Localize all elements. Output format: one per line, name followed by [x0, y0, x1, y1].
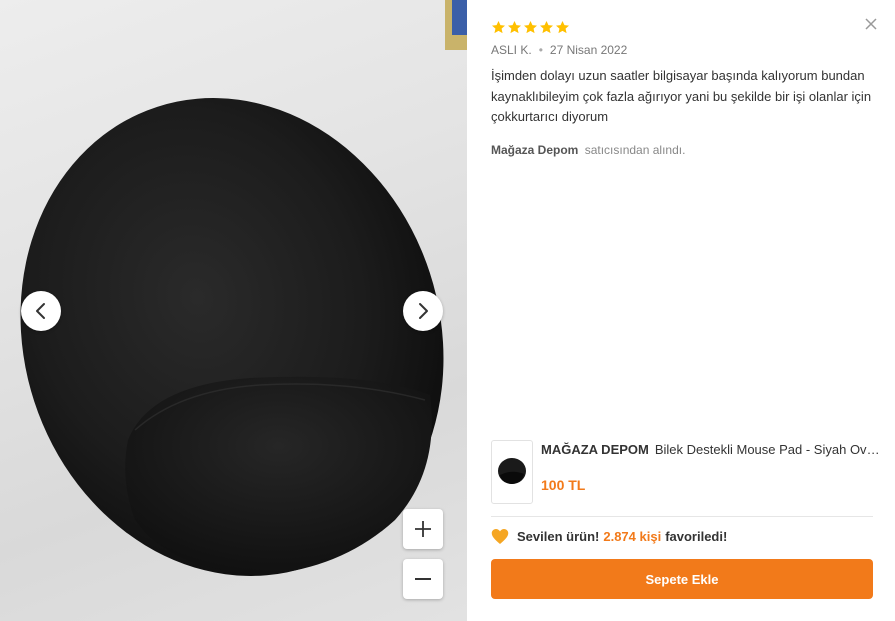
favorites-suffix: favoriledi! — [665, 529, 728, 544]
plus-icon — [415, 521, 431, 537]
seller-suffix: satıcısından alındı. — [584, 143, 686, 157]
rating-stars — [491, 20, 570, 35]
review-date: 27 Nisan 2022 — [549, 43, 628, 57]
review-text: İşimden dolayı uzun saatler bilgisayar b… — [491, 68, 872, 124]
product-name: Bilek Destekli Mouse Pad - Siyah Oval ..… — [654, 442, 881, 457]
product-price: 100 TL — [541, 477, 586, 493]
star-icon — [508, 20, 521, 34]
product-card[interactable]: MAĞAZA DEPOM Bilek Destekli Mouse Pad - S… — [491, 440, 881, 504]
review-meta: ASLI K. • 27 Nisan 2022 — [491, 43, 627, 57]
review-photo-viewer — [0, 0, 467, 621]
favorites-count: 2.874 kişi — [603, 529, 662, 544]
zoom-in-button[interactable] — [403, 509, 443, 549]
zoom-out-button[interactable] — [403, 559, 443, 599]
favorites-prefix: Sevilen ürün! — [517, 529, 600, 544]
product-brand: MAĞAZA DEPOM — [541, 442, 649, 457]
close-button[interactable] — [863, 16, 879, 32]
minus-icon — [415, 578, 431, 580]
star-icon — [492, 20, 505, 34]
star-icon — [540, 20, 553, 34]
previous-photo-button[interactable] — [21, 291, 61, 331]
review-author: ASLI K. — [491, 43, 532, 57]
chevron-left-icon — [36, 303, 45, 319]
next-photo-button[interactable] — [403, 291, 443, 331]
favorites-info: Sevilen ürün! 2.874 kişi favoriledi! — [491, 528, 727, 545]
divider — [491, 516, 873, 517]
product-thumbnail[interactable] — [491, 440, 533, 504]
star-icon — [556, 20, 569, 34]
seller-name: Mağaza Depom — [491, 143, 579, 157]
mouse-pad-thumbnail-image — [498, 458, 526, 484]
seller-info: Mağaza Depom satıcısından alındı. — [491, 143, 685, 157]
heart-icon — [491, 529, 509, 544]
chevron-right-icon — [419, 303, 428, 319]
mouse-pad-photo — [20, 0, 467, 576]
separator-dot: • — [538, 43, 543, 57]
close-icon — [865, 18, 877, 30]
star-icon — [524, 20, 537, 34]
product-title[interactable]: MAĞAZA DEPOM Bilek Destekli Mouse Pad - S… — [541, 442, 881, 457]
review-detail-panel: ASLI K. • 27 Nisan 2022 İşimden dolayı uzu… — [467, 0, 895, 621]
add-to-cart-button[interactable]: Sepete Ekle — [491, 559, 873, 599]
